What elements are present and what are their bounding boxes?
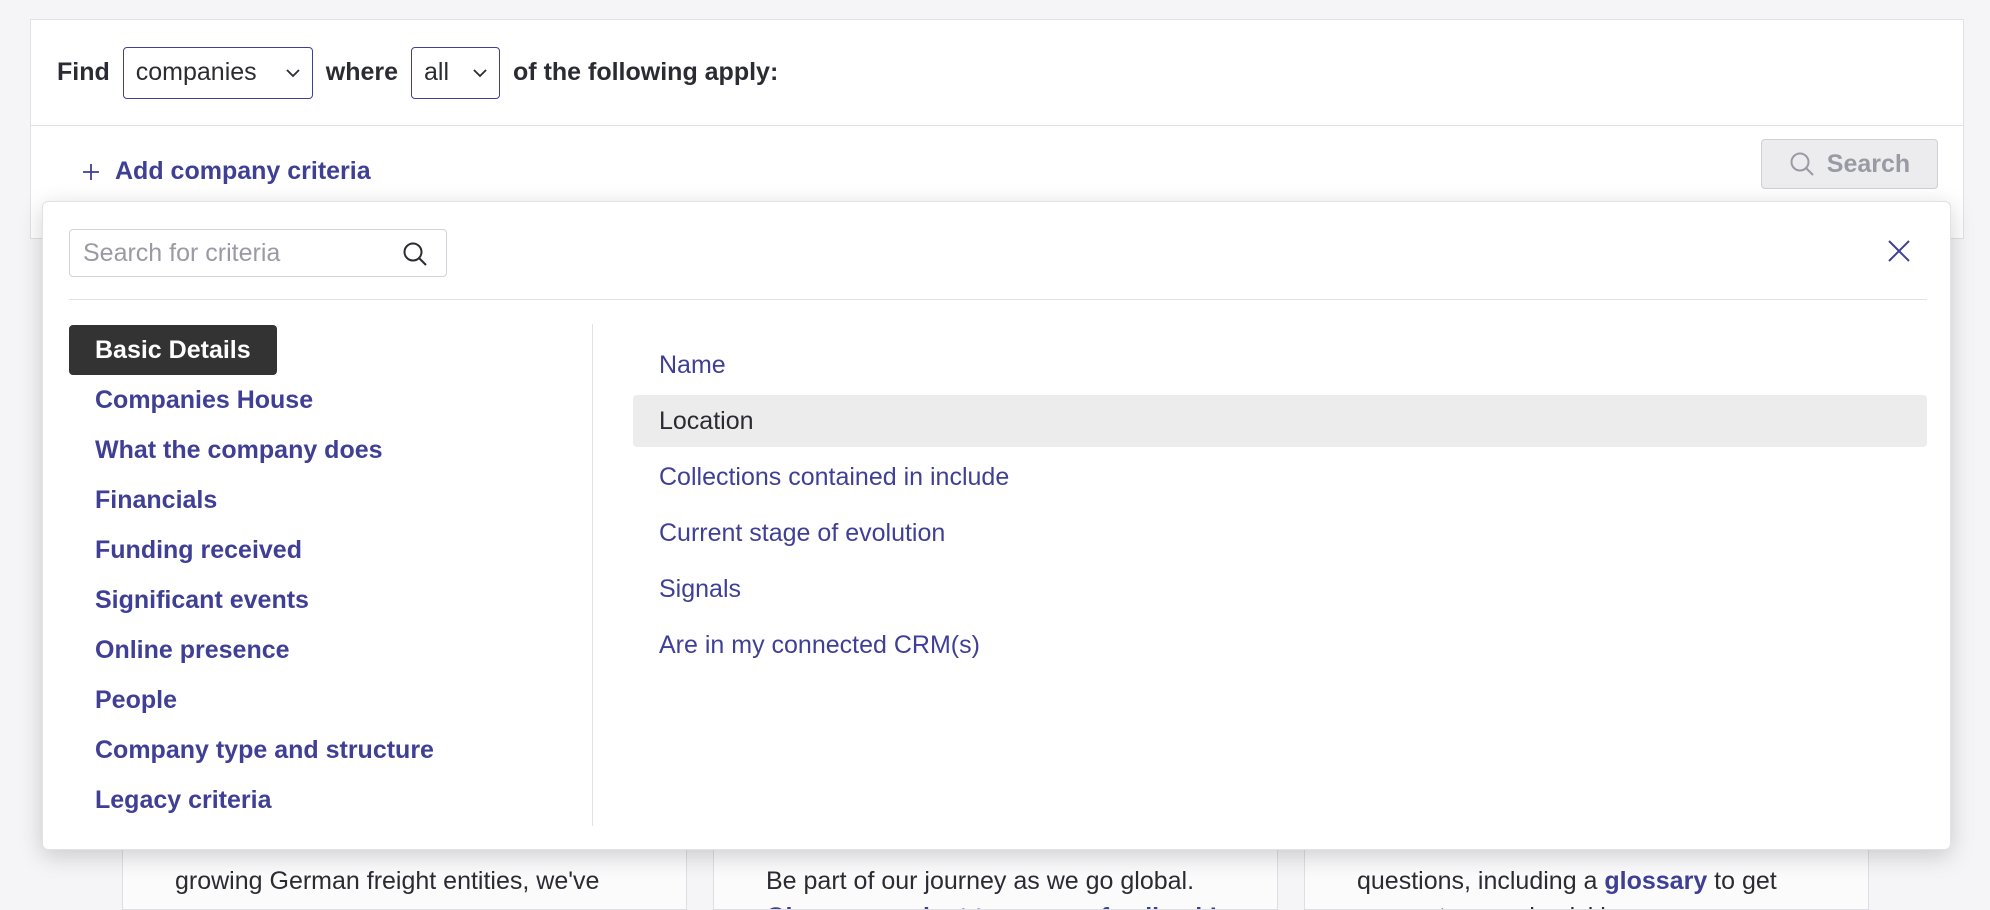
category-online-presence[interactable]: Online presence (69, 625, 460, 675)
info-card-text-part: to get (1707, 867, 1777, 895)
query-suffix-label: of the following apply: (513, 58, 779, 86)
category-companies-house[interactable]: Companies House (69, 375, 460, 425)
entity-type-value: companies (135, 58, 257, 86)
criteria-option-signals[interactable]: Signals (633, 561, 1927, 617)
criteria-dropdown: Basic Details Companies House What the c… (42, 201, 1951, 850)
plus-icon (83, 163, 99, 180)
where-label: where (325, 58, 399, 86)
search-icon (1790, 152, 1814, 176)
add-criteria-button[interactable]: Add company criteria (81, 157, 371, 186)
chevron-down-icon (286, 68, 300, 77)
info-card-text: growing German freight entities, we've (175, 867, 600, 895)
criteria-search-input[interactable] (70, 230, 446, 276)
category-people[interactable]: People (69, 675, 460, 725)
info-card-text: you up to speed quickly. (1357, 899, 1816, 909)
close-icon[interactable] (1885, 237, 1913, 265)
criteria-option-collections[interactable]: Collections contained in include (633, 449, 1927, 505)
feedback-link[interactable]: Give our product team your feedback! (766, 899, 1225, 909)
info-card-text-part: questions, including a (1357, 867, 1605, 895)
category-company-type-and-structure[interactable]: Company type and structure (69, 725, 460, 775)
criteria-option-location[interactable]: Location (633, 395, 1927, 447)
criteria-search-box (69, 229, 447, 277)
entity-type-select[interactable]: companies (122, 46, 313, 99)
category-basic-details[interactable]: Basic Details (69, 325, 277, 375)
info-card-text: questions, including a glossary to get (1357, 863, 1816, 899)
category-list: Basic Details Companies House What the c… (69, 325, 460, 825)
criteria-option-stage-of-evolution[interactable]: Current stage of evolution (633, 505, 1927, 561)
search-icon (403, 242, 427, 266)
info-card-text: Be part of our journey as we go global. (766, 867, 1195, 895)
find-label: Find (57, 58, 110, 86)
query-sentence-row: Find companies where all of the followin… (31, 20, 1963, 126)
criteria-option-list: Name Location Collections contained in i… (633, 337, 1927, 673)
category-significant-events[interactable]: Significant events (69, 575, 460, 625)
criteria-option-connected-crm[interactable]: Are in my connected CRM(s) (633, 617, 1927, 673)
category-funding-received[interactable]: Funding received (69, 525, 460, 575)
search-button-label: Search (1826, 149, 1911, 178)
add-criteria-label: Add company criteria (115, 157, 371, 185)
glossary-link[interactable]: glossary (1604, 867, 1707, 895)
column-divider (592, 324, 593, 826)
match-mode-value: all (424, 58, 450, 86)
divider (69, 299, 1927, 300)
criteria-option-name[interactable]: Name (633, 337, 1927, 393)
chevron-down-icon (473, 68, 487, 77)
match-mode-select[interactable]: all (411, 46, 501, 99)
category-legacy-criteria[interactable]: Legacy criteria (69, 775, 460, 825)
category-financials[interactable]: Financials (69, 475, 460, 525)
search-button[interactable]: Search (1761, 139, 1938, 189)
category-what-the-company-does[interactable]: What the company does (69, 425, 460, 475)
